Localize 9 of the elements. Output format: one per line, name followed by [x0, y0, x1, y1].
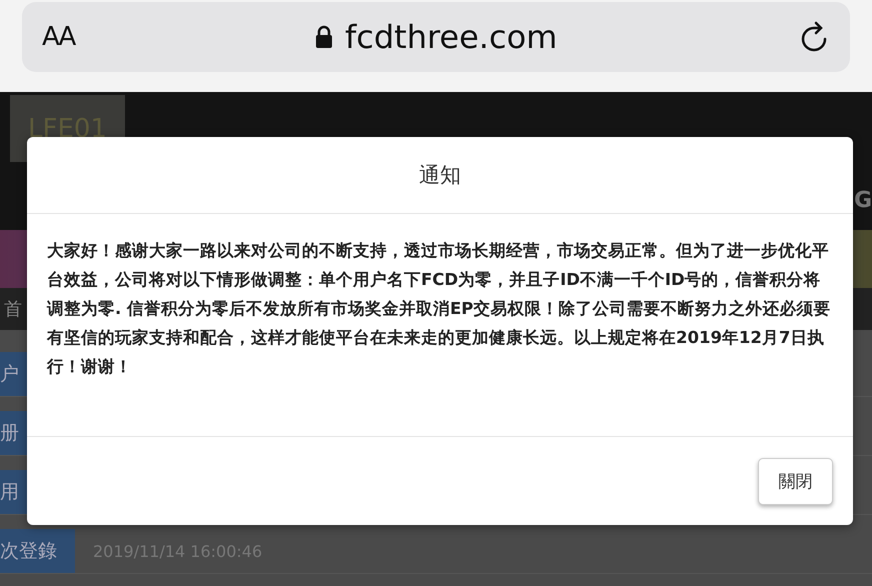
dialog-title: 通知 [419, 162, 461, 189]
close-button[interactable]: 關閉 [758, 458, 833, 504]
text-size-button[interactable]: AA [42, 22, 74, 52]
nav-item[interactable]: 首 [0, 297, 22, 321]
row-label: 次登錄 [0, 529, 75, 573]
lock-icon [314, 25, 333, 49]
address-bar[interactable]: AA fcdthree.com [22, 2, 850, 72]
edge-text: G [854, 188, 872, 213]
url-text: fcdthree.com [344, 18, 558, 56]
